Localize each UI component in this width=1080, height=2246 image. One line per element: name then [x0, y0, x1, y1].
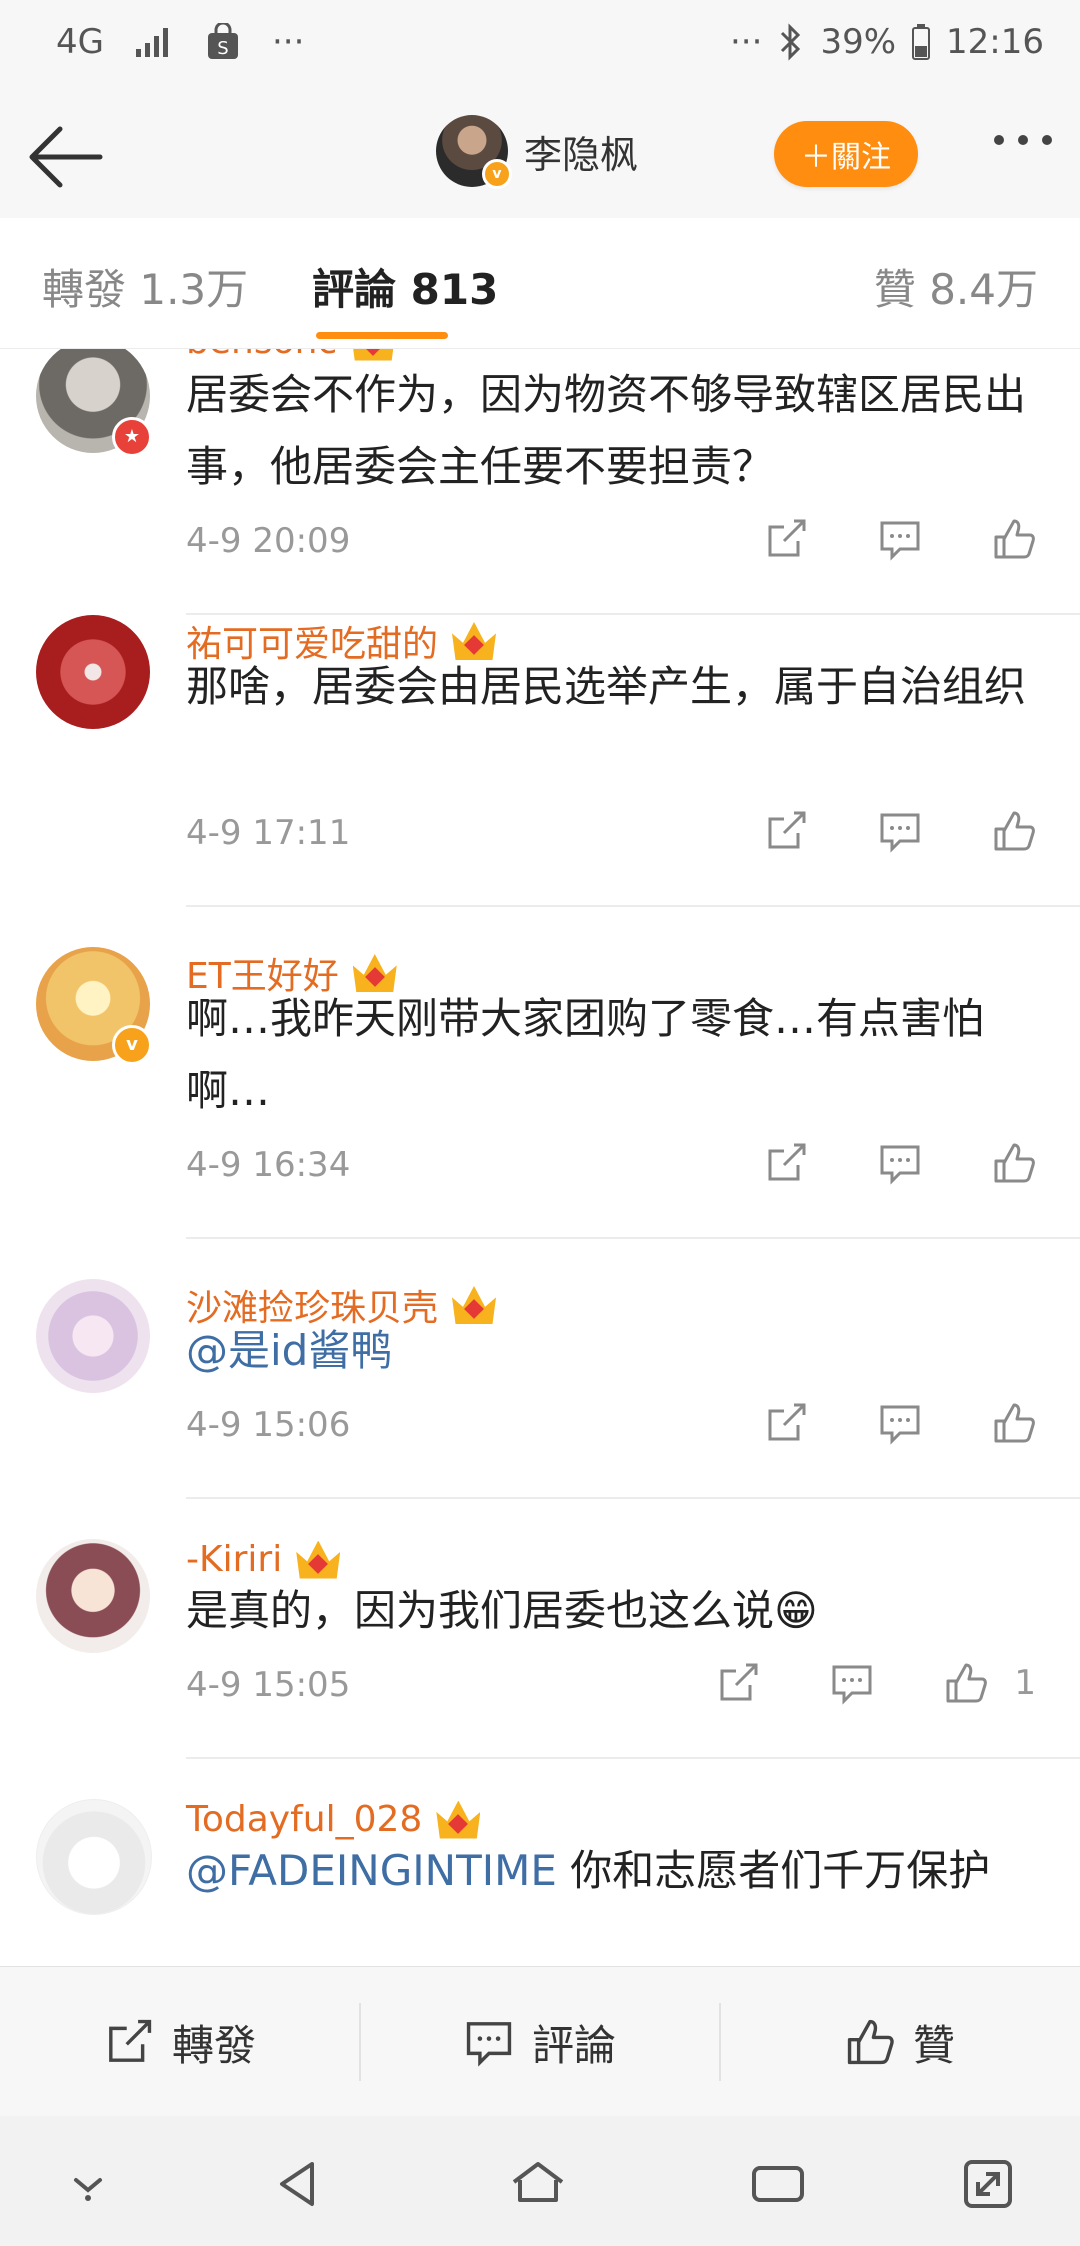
divider — [186, 1757, 1080, 1759]
share-icon[interactable] — [764, 1141, 808, 1185]
verified-icon: v — [112, 1025, 152, 1065]
back-nav-icon[interactable] — [268, 2154, 328, 2214]
comment-icon — [466, 2022, 512, 2067]
comment-actions — [764, 809, 1036, 853]
crown-icon — [296, 1540, 341, 1579]
comment-text: 那啥，居委会由居民选举产生，属于自治组织 — [186, 662, 1027, 711]
comment-text: 啊…我昨天刚带大家团购了零食…有点害怕啊… — [186, 994, 985, 1115]
thumbs-up-icon[interactable] — [992, 809, 1036, 853]
home-icon[interactable] — [508, 2154, 568, 2214]
avatar[interactable] — [36, 1539, 150, 1653]
like-label: 贊 — [912, 2020, 955, 2070]
comment-icon[interactable] — [878, 1141, 922, 1185]
divider — [186, 905, 1080, 907]
battery-percent: 39% — [820, 22, 897, 62]
crown-icon — [436, 1800, 481, 1839]
comment-icon[interactable] — [878, 1401, 922, 1445]
comment-time: 4-9 16:34 — [186, 1145, 351, 1185]
chevron-down-icon[interactable] — [58, 2154, 118, 2214]
avatar[interactable] — [36, 615, 150, 729]
like-button[interactable]: 贊 — [720, 1967, 1080, 2117]
author-info[interactable]: v 李隐枫 — [436, 115, 638, 189]
tab-bar: 轉發 1.3万 評論 813 贊 8.4万 — [0, 218, 1080, 349]
comment-mention[interactable]: @是id酱鸭 — [186, 1315, 1046, 1387]
comment-icon[interactable] — [830, 1661, 874, 1705]
back-arrow-icon[interactable] — [26, 117, 106, 197]
comment-actions — [764, 1401, 1036, 1445]
comment-body: 你和志愿者们千万保护 — [556, 1846, 991, 1895]
share-icon[interactable] — [764, 517, 808, 561]
thumbs-up-icon — [847, 2019, 894, 2065]
author-avatar[interactable]: v — [436, 115, 512, 189]
thumbs-up-icon[interactable] — [992, 517, 1036, 561]
svg-text:S: S — [217, 38, 228, 59]
thumbs-up-icon[interactable] — [992, 1141, 1036, 1185]
comment-time: 4-9 20:09 — [186, 521, 351, 561]
clock: 12:16 — [946, 22, 1044, 62]
recent-apps-icon[interactable] — [748, 2154, 808, 2214]
status-more-right: ··· — [730, 22, 763, 62]
tab-forward[interactable]: 轉發 1.3万 — [42, 256, 248, 317]
comment-username[interactable]: -Kiriri — [186, 1539, 341, 1580]
more-options-icon[interactable] — [994, 135, 1052, 145]
status-bar: 4G S ··· ··· 39% 12:16 — [0, 0, 1080, 95]
username-text[interactable]: -Kiriri — [186, 1539, 282, 1580]
comment-icon[interactable] — [878, 809, 922, 853]
follow-button[interactable]: ＋關注 — [774, 121, 918, 187]
shopping-bag-icon: S — [207, 23, 238, 59]
like-count: 1 — [1014, 1663, 1036, 1703]
battery-icon — [912, 24, 931, 60]
share-icon[interactable] — [716, 1661, 760, 1705]
thumbs-up-icon[interactable] — [944, 1661, 988, 1705]
comment-actions — [764, 517, 1036, 561]
username-text[interactable]: Todayful_028 — [186, 1799, 422, 1840]
comment-actions: 1 — [716, 1661, 1036, 1705]
bluetooth-icon — [781, 23, 801, 61]
status-right: ··· 39% 12:16 — [730, 22, 1044, 62]
share-icon — [109, 2019, 152, 2062]
comment-text: @FADEINGINTIME 你和志愿者们千万保护 — [186, 1835, 1046, 1907]
avatar[interactable] — [36, 1799, 152, 1915]
comment-button[interactable]: 評論 — [360, 1967, 720, 2117]
signal-icon — [135, 28, 168, 57]
comment-icon[interactable] — [878, 517, 922, 561]
comment-list[interactable]: ★ bensonc 居委会不作为，因为物资不够导致辖区居民出事，他居委会主任要不… — [0, 349, 1080, 1966]
action-bar: 轉發 評論 贊 — [0, 1966, 1080, 2117]
share-icon[interactable] — [764, 809, 808, 853]
top-bar: v 李隐枫 ＋關注 — [0, 95, 1080, 219]
member-badge-icon: ★ — [112, 417, 152, 457]
avatar[interactable] — [36, 1279, 150, 1393]
verified-icon: v — [482, 159, 512, 189]
divider — [186, 1497, 1080, 1499]
expand-icon[interactable] — [958, 2154, 1018, 2214]
tab-likes[interactable]: 贊 8.4万 — [874, 256, 1038, 317]
status-left: 4G S ··· — [56, 22, 304, 62]
comment-actions — [764, 1141, 1036, 1185]
tab-comments[interactable]: 評論 813 — [312, 256, 498, 317]
comment-label: 評論 — [531, 2020, 616, 2070]
comment-mention[interactable]: @FADEINGINTIME — [186, 1846, 557, 1895]
author-name[interactable]: 李隐枫 — [524, 124, 638, 179]
forward-button[interactable]: 轉發 — [0, 1967, 360, 2117]
comment-time: 4-9 17:11 — [186, 813, 351, 853]
comment-username[interactable]: Todayful_028 — [186, 1799, 481, 1840]
forward-label: 轉發 — [171, 2020, 256, 2070]
system-nav-bar — [0, 2116, 1080, 2246]
active-tab-indicator — [316, 332, 448, 339]
divider — [186, 1237, 1080, 1239]
status-more: ··· — [271, 22, 305, 62]
comment-text: 是真的，因为我们居委也这么说😁 — [186, 1586, 818, 1635]
thumbs-up-icon[interactable] — [992, 1401, 1036, 1445]
comment-time: 4-9 15:05 — [186, 1665, 351, 1705]
network-label: 4G — [56, 22, 104, 62]
share-icon[interactable] — [764, 1401, 808, 1445]
comment-time: 4-9 15:06 — [186, 1405, 351, 1445]
comment-text: 居委会不作为，因为物资不够导致辖区居民出事，他居委会主任要不要担责？ — [186, 370, 1027, 491]
